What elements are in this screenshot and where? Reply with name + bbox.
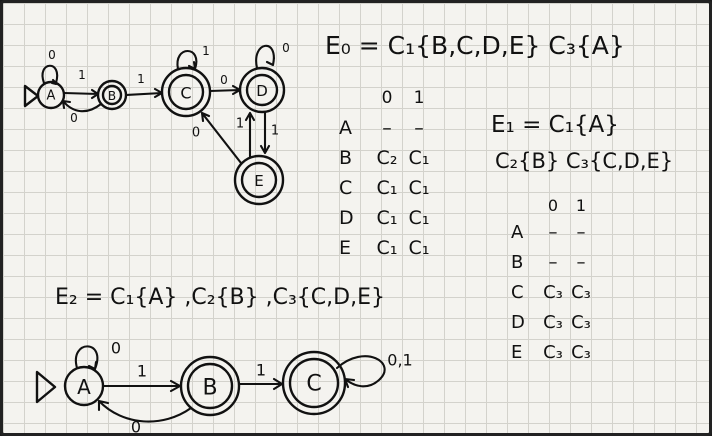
state-e-1-label: E <box>254 172 263 190</box>
edge-d-self-1 <box>255 44 276 70</box>
state-b-2-label: B <box>202 376 217 401</box>
state-b-1-label: B <box>108 89 116 103</box>
row-cell-0: C₃ <box>543 281 563 303</box>
row-cell-1: C₃ <box>571 281 591 303</box>
state-c-1-label: C <box>180 84 191 103</box>
row-state: B <box>511 251 524 273</box>
edge-a-self-1 <box>41 64 59 85</box>
edge-d-e-1 <box>259 110 271 155</box>
transition-table-1: 0 1 A – – B C₂ C₁ C C₁ C₁ D C₁ C₁ E C₁ C… <box>339 83 435 263</box>
table-row: E C₃ C₃ <box>511 337 595 367</box>
row-cell-0: – <box>382 117 392 139</box>
whiteboard-canvas: A B C D E 0 1 0 1 1 0 0 1 1 0 A B C 0 1 … <box>0 0 712 436</box>
table-row: B – – <box>511 247 595 277</box>
edge-label-b-c-2: 1 <box>256 361 266 380</box>
row-cell-0: C₁ <box>376 207 398 229</box>
row-state: E <box>339 237 352 259</box>
row-state: A <box>511 221 524 243</box>
row-cell-1: C₃ <box>571 341 591 363</box>
edge-label-d-self-1: 0 <box>282 41 290 55</box>
edge-label-d-e-1: 1 <box>271 124 279 139</box>
row-cell-0: C₂ <box>376 147 398 169</box>
state-a-1-label: A <box>47 89 56 104</box>
row-cell-1: C₁ <box>408 147 430 169</box>
partition-e1-line1: E₁ = C₁{A} <box>491 112 619 138</box>
row-state: D <box>511 311 525 333</box>
state-c-2-label: C <box>306 372 321 397</box>
partition-e1-line2: C₂{B} C₃{C,D,E} <box>495 149 674 173</box>
partition-e2: E₂ = C₁{A} ,C₂{B} ,C₃{C,D,E} <box>55 285 385 310</box>
edge-label-e-d-1: 1 <box>236 117 244 132</box>
edge-b-a-1 <box>61 99 103 113</box>
edge-a-b-2 <box>101 379 182 393</box>
row-cell-1: – <box>414 117 424 139</box>
table-row: E C₁ C₁ <box>339 233 435 263</box>
table-row: D C₃ C₃ <box>511 307 595 337</box>
edge-label-a-self-1: 0 <box>48 48 56 62</box>
edge-a-self-2 <box>74 345 99 371</box>
table-row: C C₁ C₁ <box>339 173 435 203</box>
table-1-header: 0 1 <box>339 83 435 113</box>
row-cell-1: C₁ <box>408 177 430 199</box>
row-state: C <box>339 177 353 199</box>
table-row: B C₂ C₁ <box>339 143 435 173</box>
row-cell-0: C₁ <box>376 237 398 259</box>
row-cell-1: C₃ <box>571 311 591 333</box>
row-state: D <box>339 207 354 229</box>
edge-c-self-1 <box>176 50 198 71</box>
table-row: C C₃ C₃ <box>511 277 595 307</box>
row-cell-1: – <box>576 251 586 273</box>
table-1-header-1: 1 <box>413 88 425 108</box>
table-1-header-0: 0 <box>381 88 393 108</box>
row-cell-1: C₁ <box>408 207 430 229</box>
state-d-1-label: D <box>256 82 268 100</box>
row-cell-0: – <box>548 251 558 273</box>
edge-label-c-d-1: 0 <box>220 73 228 87</box>
table-row: D C₁ C₁ <box>339 203 435 233</box>
row-cell-0: C₃ <box>543 311 563 333</box>
row-cell-0: C₁ <box>376 177 398 199</box>
edge-c-d-1 <box>208 84 242 96</box>
row-cell-1: C₁ <box>408 237 430 259</box>
row-cell-0: C₃ <box>543 341 563 363</box>
start-arrow-a1 <box>23 84 40 108</box>
state-a-2-label: A <box>77 375 91 399</box>
start-arrow-a2 <box>35 370 57 404</box>
row-cell-1: – <box>576 221 586 243</box>
edge-label-a-b-2: 1 <box>137 362 147 381</box>
transition-table-2: 0 1 A – – B – – C C₃ C₃ D C₃ C₃ E C₃ C₃ <box>511 193 595 367</box>
edge-label-b-a-2: 0 <box>131 418 141 436</box>
table-2-header: 0 1 <box>511 193 595 217</box>
edge-label-a-b-1: 1 <box>78 68 86 82</box>
edge-b-c-1 <box>124 87 164 99</box>
edge-label-e-c-1: 0 <box>192 126 200 141</box>
edge-a-b-1 <box>62 88 100 100</box>
row-cell-0: – <box>548 221 558 243</box>
edge-label-b-c-1: 1 <box>137 72 145 86</box>
edge-label-c-self-2: 0,1 <box>387 351 412 370</box>
edge-label-a-self-2: 0 <box>111 339 121 358</box>
row-state: A <box>339 117 352 139</box>
partition-e0: E₀ = C₁{B,C,D,E} C₃{A} <box>325 31 625 60</box>
row-state: E <box>511 341 523 363</box>
edge-e-d-1 <box>244 111 256 159</box>
table-row: A – – <box>339 113 435 143</box>
edge-label-c-self-1: 1 <box>202 44 210 58</box>
row-state: C <box>511 281 524 303</box>
edge-b-a-2 <box>97 399 193 423</box>
edge-b-c-2 <box>237 377 284 391</box>
table-row: A – – <box>511 217 595 247</box>
edge-label-b-a-1: 0 <box>70 111 78 125</box>
table-2-header-0: 0 <box>547 195 559 215</box>
table-2-header-1: 1 <box>575 195 587 215</box>
row-state: B <box>339 147 353 169</box>
